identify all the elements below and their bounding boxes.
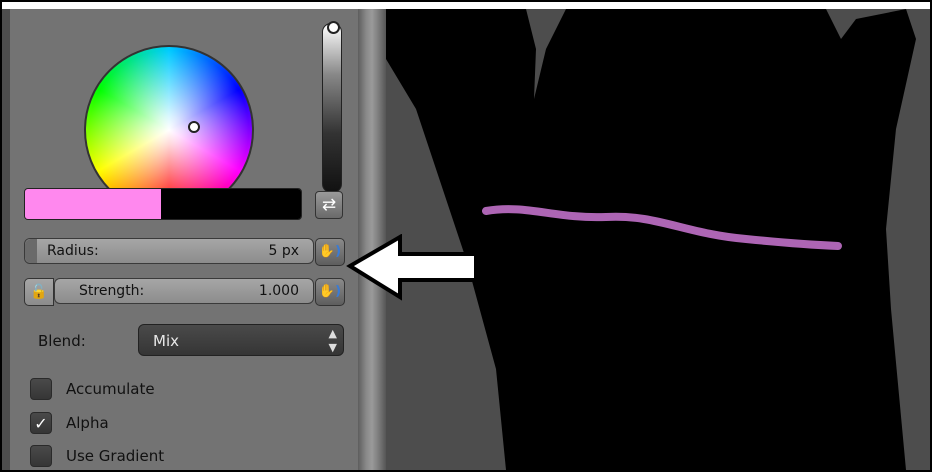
color-wheel-cursor[interactable] — [188, 121, 200, 133]
value-slider-handle[interactable] — [327, 21, 340, 34]
use-gradient-label: Use Gradient — [66, 447, 165, 465]
radius-pressure-button[interactable]: ✋) — [315, 238, 345, 266]
alpha-option[interactable]: ✓ Alpha — [30, 411, 109, 435]
lock-icon: 🔓 — [30, 284, 48, 300]
accumulate-option[interactable]: Accumulate — [30, 377, 155, 401]
blend-select-value: Mix — [153, 332, 179, 350]
strength-field[interactable]: Strength: 1.000 — [54, 278, 314, 304]
radius-label: Radius: — [47, 243, 99, 259]
tablet-pressure-icon: ✋) — [318, 284, 342, 299]
use-gradient-checkbox[interactable] — [30, 445, 52, 467]
annotation-arrow-icon — [346, 234, 478, 301]
radius-field-handle[interactable] — [25, 239, 37, 263]
app-window: ⇄ Radius: 5 px ✋) 🔓 Strength: 1.000 ✋) B… — [0, 0, 932, 472]
strength-lock-button[interactable]: 🔓 — [24, 278, 54, 306]
alpha-checkbox[interactable]: ✓ — [30, 412, 52, 434]
radius-value: 5 px — [268, 243, 299, 259]
accumulate-checkbox[interactable] — [30, 378, 52, 400]
color-swatch[interactable] — [24, 188, 302, 220]
radius-field[interactable]: Radius: 5 px — [24, 238, 314, 264]
top-border — [2, 2, 930, 9]
use-gradient-option[interactable]: Use Gradient — [30, 444, 164, 468]
tablet-pressure-icon: ✋) — [318, 244, 342, 259]
blend-select[interactable]: Mix ▲ ▼ — [138, 324, 344, 356]
value-slider[interactable] — [322, 23, 342, 193]
dropdown-arrows-icon: ▲ ▼ — [328, 327, 337, 354]
brush-panel: ⇄ Radius: 5 px ✋) 🔓 Strength: 1.000 ✋) B… — [10, 9, 358, 470]
checkmark-icon: ✓ — [34, 414, 48, 433]
blend-label: Blend: — [38, 332, 86, 350]
strength-value: 1.000 — [258, 283, 299, 299]
accumulate-label: Accumulate — [66, 380, 155, 398]
alpha-label: Alpha — [66, 414, 109, 432]
strength-label: Strength: — [79, 283, 145, 299]
primary-color-swatch[interactable] — [25, 189, 161, 219]
secondary-color-swatch[interactable] — [161, 189, 301, 219]
swap-colors-button[interactable]: ⇄ — [315, 191, 343, 219]
strength-pressure-button[interactable]: ✋) — [315, 278, 345, 306]
swap-arrows-icon: ⇄ — [321, 195, 337, 215]
